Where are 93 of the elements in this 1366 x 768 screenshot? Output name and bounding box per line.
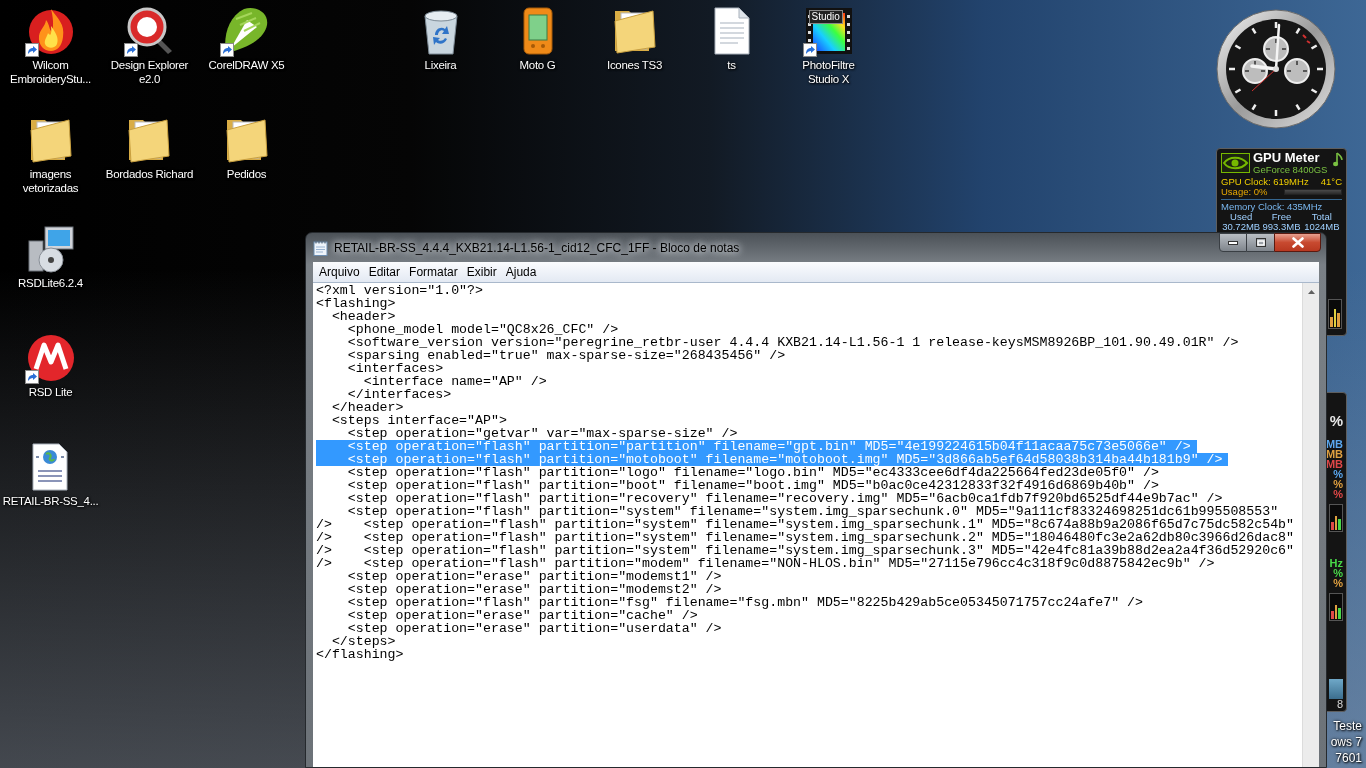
text-line: /> <step operation="flash" partition="system" filename="system.img_sparsechunk.2" MD5="18046480fc3e2a62db80c3966d26dac8" <box>316 531 1294 544</box>
meter-reading-fragment: % <box>1333 578 1343 588</box>
menu-item[interactable]: Formatar <box>405 264 462 280</box>
desktop-item[interactable]: Icones TS3 <box>607 7 662 72</box>
text-line: <?xml version="1.0"?> <box>316 284 483 297</box>
text-line: </interfaces> <box>346 388 452 401</box>
meter-reading-fragment: MB <box>1325 439 1343 449</box>
text-line: <step operation="erase" partition="cache" /> <box>346 609 698 622</box>
text-line: /> <step operation="flash" partition="system" filename="system.img_sparsechunk.3" MD5="42e4fc81a39b88d2ea2a4f36d52920c6" <box>316 544 1294 557</box>
memory-column-heading: Used <box>1230 212 1253 222</box>
menu-item[interactable]: Ajuda <box>501 264 541 280</box>
desktop-item[interactable]: CorelDRAW X5 <box>208 7 285 72</box>
desktop-notice-text: Teste <box>1333 718 1362 734</box>
text-line: <flashing> <box>316 297 396 310</box>
usage-graph <box>1328 299 1342 329</box>
text-line: <steps interface="AP"> <box>330 414 507 427</box>
text-line: </steps> <box>331 635 396 648</box>
text-line: <interface name="AP" /> <box>362 375 547 388</box>
meter-graph <box>1329 504 1343 532</box>
maximize-icon <box>1255 238 1266 247</box>
text-line: <step operation="erase" partition="modemst1" /> <box>346 570 722 583</box>
memory-column-heading: Total <box>1310 212 1333 222</box>
text-line: <software_version version="peregrine_retbr-user 4.4.4 KXB21.14-L1.56-1 1 release-keysMSM8926BP_101.90.49.01R" /> <box>346 336 1239 349</box>
memory-value: 30.72MB <box>1221 222 1262 232</box>
text-line: /> <step operation="flash" partition="modem" filename="NON-HLOS.bin" MD5="27115e796cc4c318f9c0d8875842ec9b" /> <box>316 557 1215 570</box>
caret-up-icon <box>1307 289 1315 294</box>
desktop-item[interactable]: imagens vetorizadas <box>1 116 100 195</box>
desktop-item[interactable]: RSD Lite <box>26 334 75 399</box>
desktop-item[interactable]: Wilcom EmbroideryStu... <box>1 7 100 86</box>
text-line: <step operation="flash" partition="fsg" filename="fsg.mbn" MD5="8225b429ab5ce05345071757cc24afe7" /> <box>346 596 1143 609</box>
icon-caption: Studio <box>808 10 843 24</box>
meter-reading-fragment: % <box>1333 469 1343 479</box>
gpu-clock-reading: GPU Clock: 619MHz <box>1221 177 1309 187</box>
meter-reading-fragment: 8 <box>1336 699 1343 710</box>
text-line: </flashing> <box>316 648 404 661</box>
text-line: <step operation="getvar" var="max-sparse-size" /> <box>347 427 738 440</box>
magnifier-icon <box>125 7 174 55</box>
text-line: <step operation="erase" partition="modemst2" /> <box>346 583 722 596</box>
desktop-item[interactable]: Pedidos <box>222 116 271 181</box>
meter-reading-fragment: MB <box>1325 459 1343 469</box>
menu-item[interactable]: Editar <box>364 264 405 280</box>
memory-clock-reading: Memory Clock: 435MHz <box>1221 202 1324 212</box>
usage-bar-track <box>1284 189 1342 195</box>
text-line: <step operation="erase" partition="userdata" /> <box>347 622 722 635</box>
menu-item[interactable]: Exibir <box>462 264 501 280</box>
text-line: /> <step operation="flash" partition="system" filename="system.img_sparsechunk.1" MD5="8c674a88b9a2086f65d7c75dc582c54b" <box>316 518 1294 531</box>
desktop-item[interactable]: Bordados Richard <box>105 116 194 181</box>
minimize-button[interactable] <box>1219 233 1247 252</box>
maximize-button[interactable] <box>1247 233 1274 252</box>
music-note-icon <box>1333 152 1343 167</box>
text-line: <interfaces> <box>346 362 444 375</box>
text-line: <step operation="flash" partition="recovery" filename="recovery.img" MD5="6acb0ca1fdb7f920bd6525df44e9b7ac" /> <box>346 492 1223 505</box>
desktop-item[interactable]: RSDLite6.2.4 <box>18 225 83 290</box>
close-icon <box>1291 237 1304 248</box>
gadget-title: GPU Meter <box>1253 150 1321 165</box>
temperature-reading: 41°C <box>1320 177 1342 187</box>
text-line: <step operation="flash" partition="boot" filename="boot.img" MD5="b0ac0ce42312833f32f4916d6869b40b" /> <box>346 479 1159 492</box>
desktop-item[interactable]: RETAIL-BR-SS_4... <box>2 443 99 508</box>
text-line: <step operation="flash" partition="logo" filename="logo.bin" MD5="ec4333cee6df4da225664fed23de05f0" /> <box>346 466 1159 479</box>
desktop-item[interactable]: Lixeira <box>416 7 465 72</box>
close-button[interactable] <box>1274 233 1321 252</box>
text-line: <header> <box>331 310 396 323</box>
memory-column-heading: Free <box>1270 212 1293 222</box>
text-line: </header> <box>330 401 404 414</box>
text-line: <step operation="flash" partition="system" filename="system.img_sparsechunk.0" MD5="9a111cf83324698251dc61b995508553" <box>346 505 1279 518</box>
thumbnail-photo <box>1329 679 1343 699</box>
computer-cd-icon <box>26 225 75 273</box>
text-line: <phone_model model="QC8x26_CFC" /> <box>346 323 619 336</box>
desktop-item[interactable]: Design Explorer e2.0 <box>104 7 195 86</box>
desktop-notice-text: 7601 <box>1335 750 1362 766</box>
notepad-icon <box>313 239 328 256</box>
desktop-item[interactable]: Moto G <box>513 7 562 72</box>
meter-reading-fragment: % <box>1333 568 1343 578</box>
menu-item[interactable]: Arquivo <box>315 264 364 280</box>
meter-reading-fragment: % <box>1333 489 1343 499</box>
meter-reading-fragment: MB <box>1325 449 1343 459</box>
m-emblem-icon <box>26 334 75 382</box>
text-line: <sparsing enabled="true" max-sparse-size="268435456" /> <box>346 349 786 362</box>
flame-icon <box>26 7 75 55</box>
memory-value: 993.3MB <box>1261 222 1302 232</box>
gpu-model: GeForce 8400GS <box>1253 165 1328 175</box>
meter-graph <box>1329 593 1343 621</box>
window-title: RETAIL-BR-SS_4.4.4_KXB21.14-L1.56-1_cid12_CFC_1FF - Bloco de notas <box>334 239 740 257</box>
desktop-notice-text: ows 7 <box>1330 734 1362 750</box>
eye-logo-icon <box>1221 153 1250 173</box>
usage-reading: Usage: 0% <box>1221 187 1268 197</box>
desktop-item[interactable]: Studio PhotoFiltre Studio X <box>790 7 867 86</box>
memory-value: 1024MB <box>1303 222 1341 232</box>
desktop-item[interactable]: ts <box>707 7 756 72</box>
minimize-icon <box>1228 240 1238 245</box>
meter-reading-fragment: % <box>1329 413 1343 428</box>
meter-reading-fragment: % <box>1333 479 1343 489</box>
meter-reading-fragment: Hz <box>1329 558 1343 568</box>
